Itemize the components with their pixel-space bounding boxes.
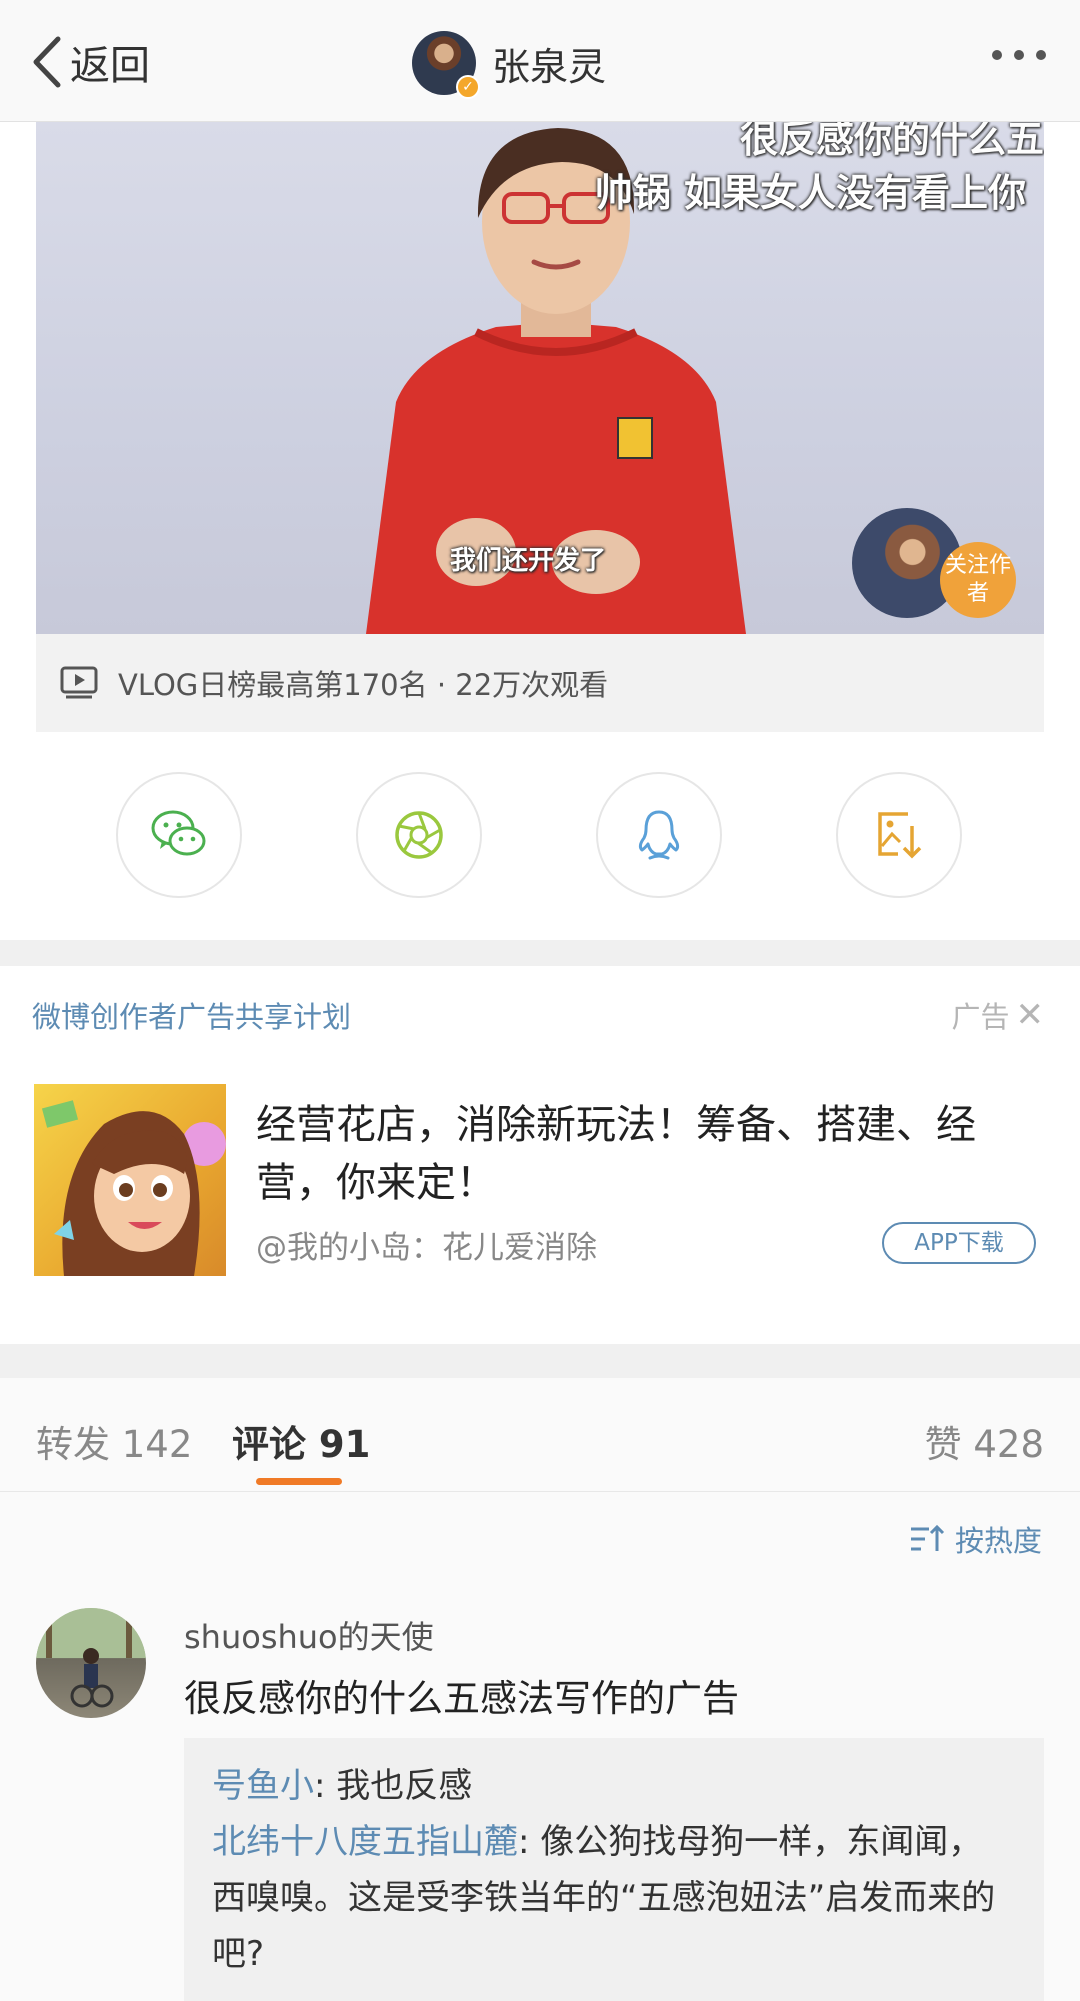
reply-text: : 我也反感 <box>314 1766 473 1806</box>
close-icon[interactable]: ✕ <box>1016 995 1045 1035</box>
section-divider <box>0 940 1080 966</box>
comment-replies[interactable]: 号鱼小: 我也反感 北纬十八度五指山麓: 像公狗找母狗一样，东闻闻，西嗅嗅。这是… <box>184 1738 1044 2001</box>
chevron-left-icon <box>33 36 61 88</box>
follow-author-button[interactable]: 关注作者 <box>940 542 1016 618</box>
reply-username[interactable]: 号鱼小 <box>212 1766 314 1806</box>
active-tab-indicator <box>256 1478 342 1485</box>
section-divider <box>0 1344 1080 1378</box>
moments-icon <box>395 811 443 859</box>
qq-icon <box>638 810 680 860</box>
video-player[interactable]: 很反感你的什么五 帅锅 如果女人没有看上你 我们还开发了 关注作者 <box>36 122 1044 634</box>
back-button[interactable]: 返回 <box>30 36 150 89</box>
share-moments-button[interactable] <box>356 772 482 898</box>
save-image-button[interactable] <box>836 772 962 898</box>
comment-text[interactable]: 很反感你的什么五感法写作的广告 <box>184 1668 739 1722</box>
commenter-photo <box>36 1608 146 1708</box>
avatar[interactable]: ✓ <box>412 31 480 99</box>
ad-label-text: 广告 <box>951 1000 1010 1034</box>
sort-by-hot-button[interactable]: 按热度 <box>909 1518 1042 1560</box>
reply-item[interactable]: 号鱼小: 我也反感 <box>212 1758 1016 1814</box>
tab-forward[interactable]: 转发 142 <box>36 1414 192 1468</box>
page-title: 张泉灵 <box>492 44 607 89</box>
reply-username[interactable]: 北纬十八度五指山麓 <box>212 1822 518 1862</box>
video-subtitle-bottom: 我们还开发了 <box>450 546 607 576</box>
comment-section: 按热度 shuoshuo的天使 很反感你的什么五感法写作的广告 号鱼小: 我也反… <box>0 1492 1080 2001</box>
video-icon <box>60 666 98 699</box>
share-wechat-button[interactable] <box>116 772 242 898</box>
video-ranking-views: VLOG日榜最高第170名 · 22万次观看 <box>118 668 609 702</box>
ad-card[interactable]: 微博创作者广告共享计划 广告 ✕ 经营花店，消除新玩法！筹备、搭建、经营，你来定… <box>0 966 1080 1344</box>
ad-label: 广告 ✕ <box>951 994 1044 1036</box>
reply-item[interactable]: 北纬十八度五指山麓: 像公狗找母狗一样，东闻闻，西嗅嗅。这是受李铁当年的“五感泡… <box>212 1814 1016 1982</box>
comment-username[interactable]: shuoshuo的天使 <box>184 1612 434 1658</box>
avatar[interactable] <box>36 1608 146 1718</box>
sort-label: 按热度 <box>954 1524 1042 1558</box>
video-info-bar: VLOG日榜最高第170名 · 22万次观看 <box>36 634 1044 732</box>
sort-icon <box>910 1524 945 1551</box>
ad-thumbnail[interactable] <box>34 1084 226 1276</box>
tab-likes[interactable]: 赞 428 <box>925 1414 1044 1468</box>
ad-plan-title[interactable]: 微博创作者广告共享计划 <box>32 994 351 1036</box>
profile-header[interactable]: ✓ 张泉灵 <box>412 30 607 99</box>
back-label: 返回 <box>70 43 150 89</box>
interaction-tabs: 转发 142 评论 91 赞 428 <box>0 1378 1080 1492</box>
video-subtitle-partial: 很反感你的什么五 <box>739 122 1044 161</box>
tab-comments[interactable]: 评论 91 <box>232 1414 370 1468</box>
wechat-icon <box>151 810 206 856</box>
app-download-button[interactable]: APP下载 <box>882 1222 1036 1264</box>
ad-cartoon-girl-image <box>41 1100 226 1276</box>
ad-headline[interactable]: 经营花店，消除新玩法！筹备、搭建、经营，你来定！ <box>256 1096 1046 1212</box>
ad-source[interactable]: @我的小岛：花儿爱消除 <box>256 1222 597 1267</box>
share-row <box>0 772 1080 898</box>
more-options-icon[interactable] <box>992 50 1046 60</box>
save-image-icon <box>878 812 922 859</box>
verified-badge-icon: ✓ <box>456 75 480 99</box>
share-qq-button[interactable] <box>596 772 722 898</box>
video-subtitle-top: 帅锅 如果女人没有看上你 <box>594 171 1026 215</box>
top-nav-bar: 返回 ✓ 张泉灵 <box>0 0 1080 122</box>
